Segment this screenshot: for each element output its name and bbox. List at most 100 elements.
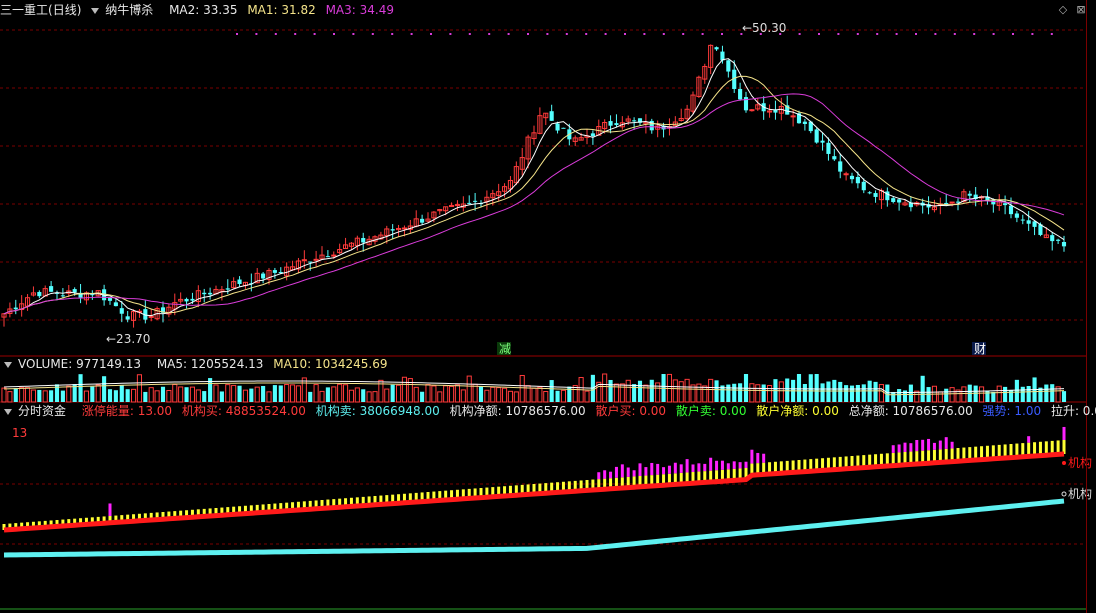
limit-energy-bar	[1062, 426, 1066, 440]
volume-dropdown[interactable]: VOLUME: 977149.13	[4, 357, 147, 371]
top-marker-dot	[604, 33, 607, 35]
indicator-dropdown[interactable]: 纳牛博杀	[91, 3, 159, 17]
top-marker-dot	[236, 33, 238, 35]
top-marker-dot	[934, 33, 937, 35]
candle-down	[113, 302, 118, 307]
candle-up	[949, 201, 955, 204]
candle-down	[325, 256, 330, 258]
limit-energy-bar	[603, 470, 607, 479]
volume-bar-up	[978, 386, 985, 403]
fund-flow-header: 分时资金 涨停能量: 13.00 机构买: 48853524.00 机构卖: 3…	[0, 403, 1096, 419]
volume-bar-up	[295, 385, 302, 403]
limit-energy-bar	[750, 449, 754, 464]
inst-sell-dot	[1061, 491, 1067, 497]
marker-jian: 减	[499, 342, 511, 356]
volume-bar-up	[130, 388, 137, 403]
volume-bar-up	[24, 387, 31, 403]
limit-energy-bar	[909, 443, 913, 452]
candle-down	[72, 289, 77, 293]
close-icon[interactable]: ⊠	[1075, 4, 1087, 16]
inst-sell: 机构卖: 38066948.00	[315, 404, 440, 418]
volume-bar-up	[331, 386, 337, 403]
volume-bar-up	[584, 390, 590, 403]
volume-bar-down	[844, 385, 849, 402]
chart-canvas[interactable]: ←50.30←23.70减 财机构机构	[0, 0, 1096, 613]
candle-down	[107, 298, 113, 301]
limit-energy-bar	[620, 464, 624, 478]
volume-bar-up	[154, 390, 160, 403]
top-marker-dot	[391, 33, 394, 35]
candle-down	[614, 123, 619, 126]
limit-energy-bar	[638, 463, 642, 476]
candle-up	[843, 173, 849, 176]
candle-down	[855, 176, 860, 184]
volume-bar-down	[1003, 386, 1008, 402]
volume-bar-up	[602, 373, 608, 403]
volume-bar-up	[454, 384, 461, 403]
volume-bar-down	[219, 391, 224, 402]
candle-up	[313, 258, 319, 261]
candle-up	[331, 254, 337, 257]
limit-energy-bar	[673, 462, 677, 474]
volume-bar-down	[113, 390, 118, 402]
volume-ma10: MA10: 1034245.69	[273, 357, 388, 371]
limit-energy-bar	[709, 457, 713, 471]
volume-bar-down	[549, 380, 554, 402]
volume-bar-up	[348, 389, 355, 403]
candle-down	[726, 60, 731, 72]
volume-bar-down	[125, 389, 130, 402]
top-marker-dot	[1031, 33, 1034, 35]
top-marker-dot	[313, 33, 316, 35]
volume-bar-up	[1, 387, 7, 403]
volume-bar-down	[1026, 386, 1031, 402]
volume-header: VOLUME: 977149.13 MA5: 1205524.13 MA10: …	[0, 356, 393, 372]
diamond-icon[interactable]: ◇	[1057, 4, 1069, 16]
fund-flow-dropdown[interactable]: 分时资金	[4, 404, 72, 418]
limit-energy-bar	[609, 471, 613, 479]
volume-bar-down	[325, 387, 330, 402]
limit-energy-bar	[667, 465, 671, 474]
volume-bar-up	[961, 386, 967, 403]
volume-bar-up	[425, 384, 431, 403]
pull-label: 拉升: 0.00	[1050, 404, 1096, 418]
limit-energy-bar	[744, 461, 748, 468]
candle-up	[401, 227, 408, 230]
top-marker-dot	[992, 33, 995, 35]
volume-bar-down	[478, 386, 484, 402]
volume-bar-down	[237, 385, 242, 402]
volume-bar-down	[184, 387, 189, 402]
volume-bar-up	[490, 386, 496, 403]
candle-down	[1050, 235, 1055, 242]
candle-down	[60, 295, 65, 297]
limit-energy-bar	[597, 472, 601, 480]
fund-flow-name: 分时资金	[18, 404, 67, 418]
limit-energy-bar	[697, 463, 701, 472]
limit-energy-bar	[726, 463, 730, 470]
ma2-line	[3, 75, 1065, 315]
stock-name[interactable]: 三一重工	[0, 3, 48, 17]
volume-bar-up	[560, 389, 567, 403]
volume-bar-down	[272, 385, 277, 402]
limit-energy-bar	[891, 445, 895, 453]
top-marker-dot	[818, 33, 820, 35]
marker-cai: 财	[974, 342, 986, 356]
candle-down	[897, 199, 902, 203]
limit-energy-bar	[738, 462, 742, 469]
volume-bar-up	[337, 383, 343, 403]
volume-bar-down	[714, 380, 719, 402]
candle-down	[1014, 213, 1019, 218]
volume-bar-up	[413, 386, 419, 403]
volume-bar-down	[608, 379, 613, 402]
period-label[interactable]: (日线)	[48, 3, 81, 17]
candle-down	[208, 292, 213, 295]
candle-down	[390, 229, 395, 231]
volume-bar-up	[148, 387, 154, 403]
volume-bar-down	[849, 385, 855, 402]
top-marker-dot	[546, 33, 549, 35]
volume-bar-up	[266, 391, 272, 403]
right-axis-divider	[1086, 0, 1087, 613]
dropdown-triangle-icon	[4, 361, 12, 368]
volume-bar-up	[531, 387, 537, 403]
volume-bar-up	[172, 383, 178, 403]
top-marker-dot	[468, 33, 471, 35]
